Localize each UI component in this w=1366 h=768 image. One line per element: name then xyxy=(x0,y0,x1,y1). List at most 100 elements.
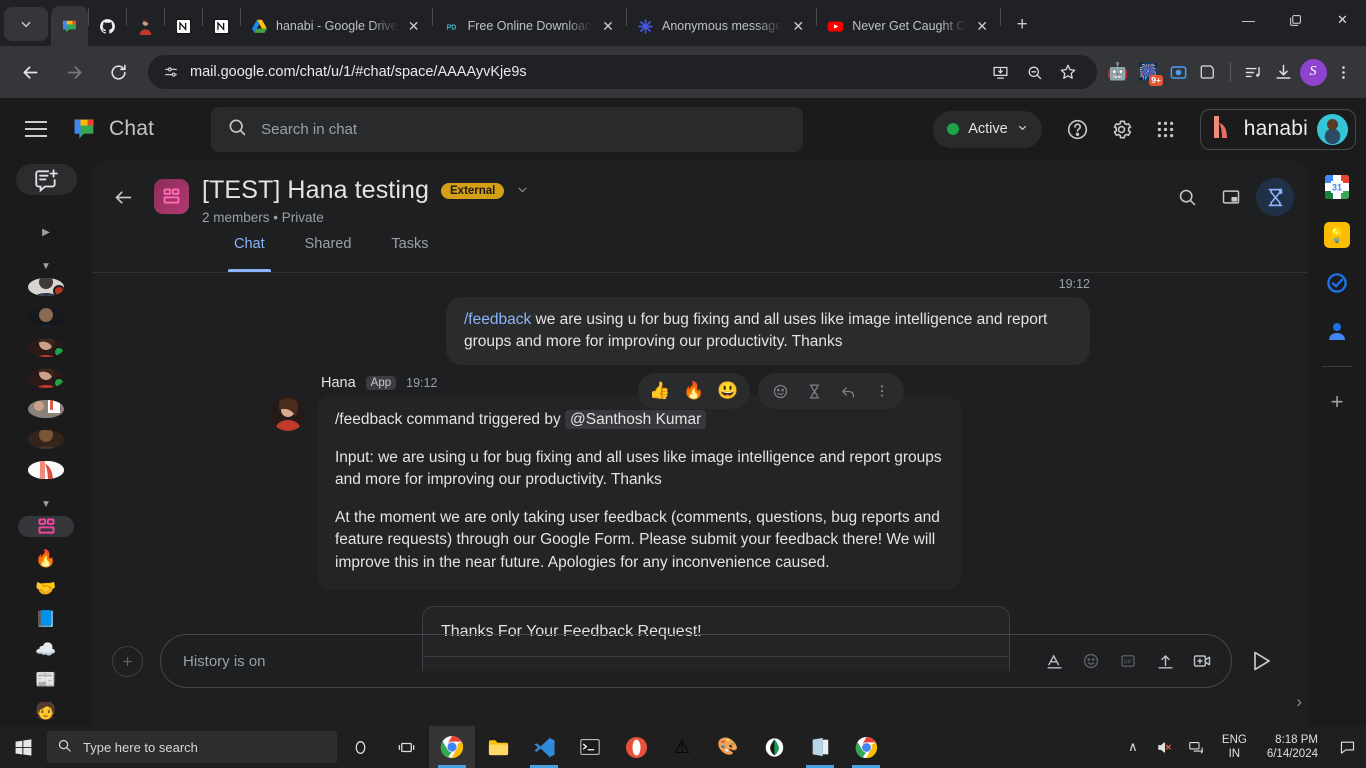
plus-circle-icon[interactable] xyxy=(112,645,143,677)
windows-start-icon[interactable] xyxy=(0,726,47,768)
minimize-button[interactable]: — xyxy=(1225,0,1272,40)
rail-spaces-collapse-icon[interactable]: ▼ xyxy=(41,499,51,510)
search-icon[interactable] xyxy=(1168,178,1206,216)
tray-chevron-up-icon[interactable]: ∧ xyxy=(1120,726,1146,768)
thread-icon[interactable] xyxy=(798,375,830,407)
close-icon[interactable]: ✕ xyxy=(600,18,616,34)
google-contacts-icon[interactable] xyxy=(1324,318,1350,344)
rail-person-2[interactable] xyxy=(28,308,64,327)
extension-robot-icon[interactable]: 🤖 xyxy=(1103,57,1133,87)
opera-icon[interactable] xyxy=(613,726,659,768)
task-view-icon[interactable] xyxy=(383,726,429,768)
rail-person-6[interactable] xyxy=(28,430,64,449)
message-input[interactable]: History is on GIF xyxy=(160,634,1232,688)
sidebar-item-space-book[interactable]: 📘 xyxy=(28,610,64,628)
tab-anonymous-message[interactable]: Anonymous message ✕ xyxy=(627,6,816,46)
close-icon[interactable]: ✕ xyxy=(790,18,806,34)
emoji-icon[interactable] xyxy=(1078,648,1104,674)
profile-icon[interactable]: S xyxy=(1298,57,1328,87)
mongodb-icon[interactable] xyxy=(751,726,797,768)
tab-search-button[interactable] xyxy=(4,7,48,41)
close-icon[interactable]: ✕ xyxy=(974,18,990,34)
taskbar-search-input[interactable]: Type here to search xyxy=(47,731,337,763)
google-calendar-icon[interactable]: 31 xyxy=(1324,174,1350,200)
format-text-icon[interactable] xyxy=(1041,648,1067,674)
media-playlist-icon[interactable] xyxy=(1238,57,1268,87)
huddle-icon[interactable] xyxy=(1256,178,1294,216)
paint-icon[interactable]: 🎨 xyxy=(705,726,751,768)
panel-expand-icon[interactable]: › xyxy=(1296,692,1302,712)
google-tasks-icon[interactable] xyxy=(1324,270,1350,296)
bookmark-star-icon[interactable] xyxy=(1053,57,1083,87)
gear-icon[interactable] xyxy=(1102,109,1142,149)
hamburger-menu-icon[interactable] xyxy=(16,109,56,149)
sidebar-item-space-cloud[interactable]: ☁️ xyxy=(28,641,64,659)
notification-icon[interactable] xyxy=(1332,726,1362,768)
tab-youtube-video[interactable]: Never Get Caught O ✕ xyxy=(817,6,1000,46)
chrome2-icon[interactable] xyxy=(843,726,889,768)
upload-icon[interactable] xyxy=(1152,648,1178,674)
tab-notion-2[interactable] xyxy=(203,6,240,46)
workspace-switcher[interactable]: hanabi xyxy=(1199,108,1356,150)
compose-button[interactable] xyxy=(15,164,77,196)
add-app-button[interactable]: + xyxy=(1331,389,1344,415)
maximize-button[interactable] xyxy=(1272,0,1319,40)
status-badge[interactable]: Active xyxy=(933,110,1042,148)
tab-google-chat[interactable] xyxy=(51,6,88,46)
vlc-icon[interactable]: ⚠ xyxy=(659,726,705,768)
chevron-down-icon[interactable] xyxy=(516,183,529,199)
sidebar-item-space-person[interactable]: 🧑 xyxy=(28,702,64,720)
extension-screencast-icon[interactable] xyxy=(1163,57,1193,87)
avatar[interactable] xyxy=(1317,113,1348,145)
outgoing-message[interactable]: /feedback we are using u for bug fixing … xyxy=(446,297,1090,366)
network-icon[interactable] xyxy=(1184,726,1210,768)
tab-notion-1[interactable] xyxy=(165,6,202,46)
tab-free-online-download[interactable]: PD Free Online Download ✕ xyxy=(433,6,626,46)
reaction-fire-icon[interactable]: 🔥 xyxy=(678,375,710,407)
help-icon[interactable] xyxy=(1058,109,1098,149)
forward-icon[interactable] xyxy=(57,55,91,89)
send-icon[interactable] xyxy=(1240,639,1284,683)
rail-person-3[interactable] xyxy=(28,338,64,358)
gif-icon[interactable]: GIF xyxy=(1115,648,1141,674)
extension-fireworks-icon[interactable]: 🎆 9+ xyxy=(1133,57,1163,87)
sidebar-item-space-fire[interactable]: 🔥 xyxy=(28,549,64,567)
tab-chat[interactable]: Chat xyxy=(218,236,281,272)
sidebar-item-space-handshake[interactable]: 🤝 xyxy=(28,580,64,598)
sidebar-item-space-news[interactable]: 📰 xyxy=(28,671,64,689)
command-prompt-icon[interactable] xyxy=(567,726,613,768)
google-keep-icon[interactable]: 💡 xyxy=(1324,222,1350,248)
file-explorer-icon[interactable] xyxy=(475,726,521,768)
avatar[interactable] xyxy=(270,395,306,432)
rail-people-collapse-icon[interactable]: ▼ xyxy=(41,261,51,272)
tab-person-photo[interactable] xyxy=(127,6,164,46)
tab-shared[interactable]: Shared xyxy=(289,236,368,272)
extension-pocket-icon[interactable] xyxy=(1193,57,1223,87)
reply-icon[interactable] xyxy=(832,375,864,407)
cortana-icon[interactable] xyxy=(337,726,383,768)
more-options-icon[interactable] xyxy=(866,375,898,407)
rail-person-5[interactable] xyxy=(28,399,64,419)
reaction-smile-icon[interactable]: 😃 xyxy=(712,375,744,407)
rail-expand-icon[interactable]: ▶ xyxy=(42,227,50,238)
video-icon[interactable] xyxy=(1189,648,1215,674)
address-bar[interactable]: mail.google.com/chat/u/1/#chat/space/AAA… xyxy=(148,55,1097,89)
volume-muted-icon[interactable] xyxy=(1152,726,1178,768)
add-reaction-icon[interactable] xyxy=(764,375,796,407)
new-tab-button[interactable]: + xyxy=(1007,10,1037,40)
close-icon[interactable]: ✕ xyxy=(406,18,422,34)
vs-code-icon[interactable] xyxy=(521,726,567,768)
reload-icon[interactable] xyxy=(101,55,135,89)
message-bubble[interactable]: /feedback command triggered by @Santhosh… xyxy=(317,396,961,591)
close-button[interactable]: ✕ xyxy=(1319,0,1366,40)
back-arrow-icon[interactable] xyxy=(106,180,140,214)
chrome-menu-icon[interactable] xyxy=(1328,57,1358,87)
clock[interactable]: 8:18 PM 6/14/2024 xyxy=(1259,733,1326,761)
tab-tasks[interactable]: Tasks xyxy=(375,236,444,272)
tab-github[interactable] xyxy=(89,6,126,46)
reaction-thumbsup-icon[interactable]: 👍 xyxy=(644,375,676,407)
rail-person-7[interactable] xyxy=(28,460,64,479)
zoom-out-icon[interactable] xyxy=(1019,57,1049,87)
install-app-icon[interactable] xyxy=(985,57,1015,87)
sidebar-item-space-hana-testing[interactable] xyxy=(18,516,74,538)
